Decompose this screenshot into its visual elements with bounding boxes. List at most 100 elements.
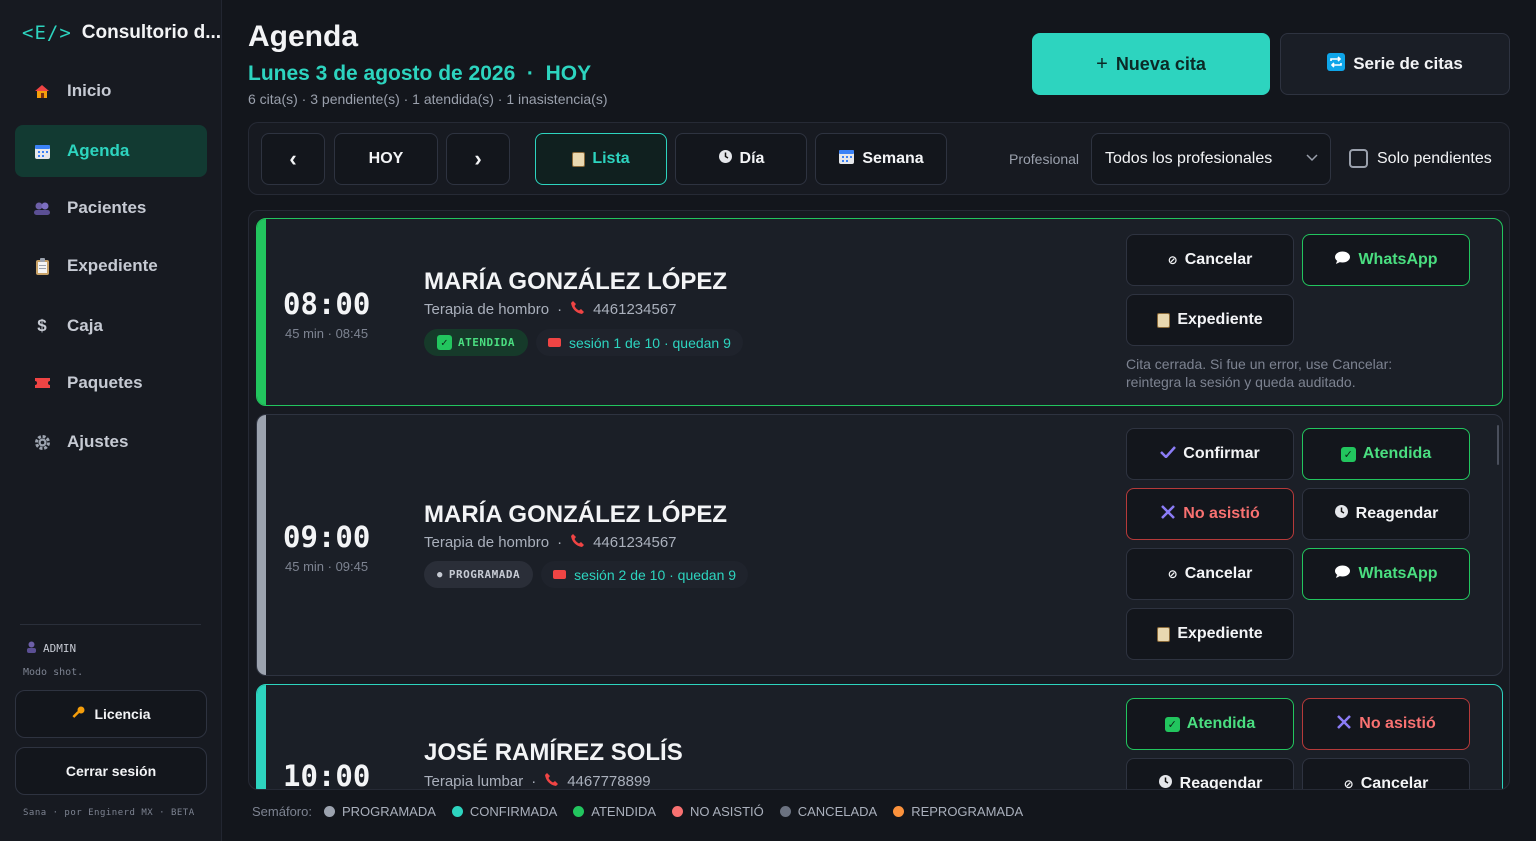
view-list-tab[interactable]: Lista: [535, 133, 667, 185]
legend-dot: [573, 806, 585, 817]
cancel-label: Cancelar: [1184, 565, 1253, 582]
appointment-time: 10:00: [283, 759, 371, 790]
patient-name[interactable]: MARÍA GONZÁLEZ LÓPEZ: [424, 501, 727, 529]
appointment-duration: 45 min · 08:45: [285, 326, 369, 341]
scrollbar-thumb[interactable]: [1497, 425, 1499, 465]
view-week-tab[interactable]: Semana: [815, 133, 947, 185]
legend-item: ATENDIDA: [573, 804, 656, 819]
logout-button[interactable]: Cerrar sesión: [15, 747, 207, 795]
status-badge: ● PROGRAMADA: [424, 561, 534, 588]
next-day-button[interactable]: ›: [446, 133, 510, 185]
calendar-icon: [838, 148, 855, 170]
phone-icon: [570, 533, 585, 552]
confirm-button[interactable]: Confirmar: [1126, 428, 1294, 480]
series-button[interactable]: Serie de citas: [1280, 33, 1510, 95]
professional-value: Todos los profesionales: [1105, 150, 1273, 167]
legend-item: REPROGRAMADA: [893, 804, 1023, 819]
attended-button[interactable]: ✓ Atendida: [1126, 698, 1294, 750]
phone-number: 4461234567: [593, 301, 677, 318]
legend-item-label: NO ASISTIÓ: [690, 804, 764, 819]
appointment-list[interactable]: 08:00 45 min · 08:45 MARÍA GONZÁLEZ LÓPE…: [248, 210, 1510, 790]
status-badge-label: ATENDIDA: [458, 336, 515, 349]
dot-icon: ●: [437, 569, 443, 580]
legend-label: Semáforo:: [252, 804, 312, 819]
view-day-tab[interactable]: Día: [675, 133, 807, 185]
no-show-button[interactable]: No asistió: [1126, 488, 1294, 540]
status-stripe: [257, 219, 266, 405]
gear-icon: [33, 433, 51, 451]
legend-item-label: CANCELADA: [797, 804, 878, 819]
service-name: Terapia de hombro: [424, 301, 550, 318]
logout-label: Cerrar sesión: [65, 763, 157, 779]
cancel-button[interactable]: ⊘ Cancelar: [1126, 548, 1294, 600]
dollar-icon: $: [37, 316, 47, 335]
clipboard-icon: [1157, 626, 1171, 642]
ticket-icon: [33, 374, 51, 392]
cancel-button[interactable]: ⊘ Cancelar: [1302, 758, 1470, 790]
attended-button[interactable]: ✓ Atendida: [1302, 428, 1470, 480]
new-appointment-button[interactable]: + Nueva cita: [1032, 33, 1270, 95]
sidebar-item-expediente[interactable]: Expediente: [15, 240, 207, 292]
phone-icon: [570, 300, 585, 319]
only-pending-checkbox[interactable]: [1349, 149, 1368, 168]
record-label: Expediente: [1177, 311, 1263, 328]
sidebar-item-inicio[interactable]: Inicio: [15, 65, 207, 117]
whatsapp-button[interactable]: WhatsApp: [1302, 548, 1470, 600]
reschedule-button[interactable]: Reagendar: [1302, 488, 1470, 540]
ticket-icon: [547, 338, 561, 347]
patient-name[interactable]: JOSÉ RAMÍREZ SOLÍS: [424, 739, 683, 767]
legend-item: CONFIRMADA: [451, 804, 558, 819]
legend-item-label: CONFIRMADA: [469, 804, 558, 819]
appointment-card: 10:00 JOSÉ RAMÍREZ SOLÍS Terapia lumbar …: [256, 684, 1503, 790]
cancel-icon: ⊘: [1343, 777, 1354, 790]
brand[interactable]: <E/> Consultorio d...: [22, 22, 224, 44]
chevron-right-icon: ›: [474, 146, 482, 171]
sidebar-item-paquetes[interactable]: Paquetes: [15, 357, 207, 409]
appointment-time: 09:00: [283, 520, 371, 554]
user-role-label: ADMIN: [43, 642, 77, 655]
appointment-duration: 45 min · 09:45: [285, 559, 369, 574]
attended-label: Atendida: [1362, 445, 1432, 462]
appointment-summary: 6 cita(s) · 3 pendiente(s) · 1 atendida(…: [248, 91, 608, 107]
key-icon: [71, 705, 86, 723]
record-button[interactable]: Expediente: [1126, 608, 1294, 660]
reschedule-button[interactable]: Reagendar: [1126, 758, 1294, 789]
no-show-button[interactable]: No asistió: [1302, 698, 1470, 750]
cancel-button[interactable]: ⊘ Cancelar: [1126, 234, 1294, 286]
no-show-label: No asistió: [1359, 715, 1436, 732]
whatsapp-label: WhatsApp: [1358, 565, 1438, 582]
badges: ✓ ATENDIDA sesión 1 de 10 · quedan 9: [424, 329, 743, 356]
only-pending-toggle[interactable]: Solo pendientes: [1349, 149, 1492, 168]
prev-day-button[interactable]: ‹: [261, 133, 325, 185]
status-stripe: [257, 685, 266, 789]
sidebar-item-ajustes[interactable]: Ajustes: [15, 416, 207, 468]
legend-dot: [779, 806, 791, 817]
license-button[interactable]: Licencia: [15, 690, 207, 738]
x-icon: [1336, 714, 1352, 735]
whatsapp-label: WhatsApp: [1358, 251, 1438, 268]
brand-logo: <E/>: [22, 22, 72, 44]
professional-select[interactable]: Todos los profesionales: [1091, 133, 1331, 185]
legend-dot: [672, 806, 684, 817]
sidebar-item-label: Paquetes: [67, 373, 143, 392]
whatsapp-button[interactable]: WhatsApp: [1302, 234, 1470, 286]
cancel-label: Cancelar: [1360, 775, 1429, 790]
sidebar-item-caja[interactable]: $ Caja: [15, 300, 207, 352]
sidebar-item-pacientes[interactable]: Pacientes: [15, 182, 207, 234]
record-button[interactable]: Expediente: [1126, 294, 1294, 346]
patient-name[interactable]: MARÍA GONZÁLEZ LÓPEZ: [424, 268, 727, 296]
chevron-down-icon: [1306, 150, 1318, 165]
view-week-label: Semana: [862, 150, 924, 167]
clock-icon: [718, 149, 733, 169]
service-name: Terapia lumbar: [424, 773, 524, 790]
session-badge: sesión 2 de 10 · quedan 9: [541, 561, 749, 588]
legend-item: NO ASISTIÓ: [672, 804, 764, 819]
sidebar-item-agenda[interactable]: Agenda: [15, 125, 207, 177]
chat-bubble-icon: [1334, 251, 1351, 270]
today-button[interactable]: HOY: [334, 133, 438, 185]
x-icon: [1160, 504, 1176, 525]
plus-icon: +: [1096, 52, 1108, 75]
cancel-label: Cancelar: [1184, 251, 1253, 268]
professional-label: Profesional: [1009, 151, 1080, 167]
series-label: Serie de citas: [1353, 54, 1463, 73]
